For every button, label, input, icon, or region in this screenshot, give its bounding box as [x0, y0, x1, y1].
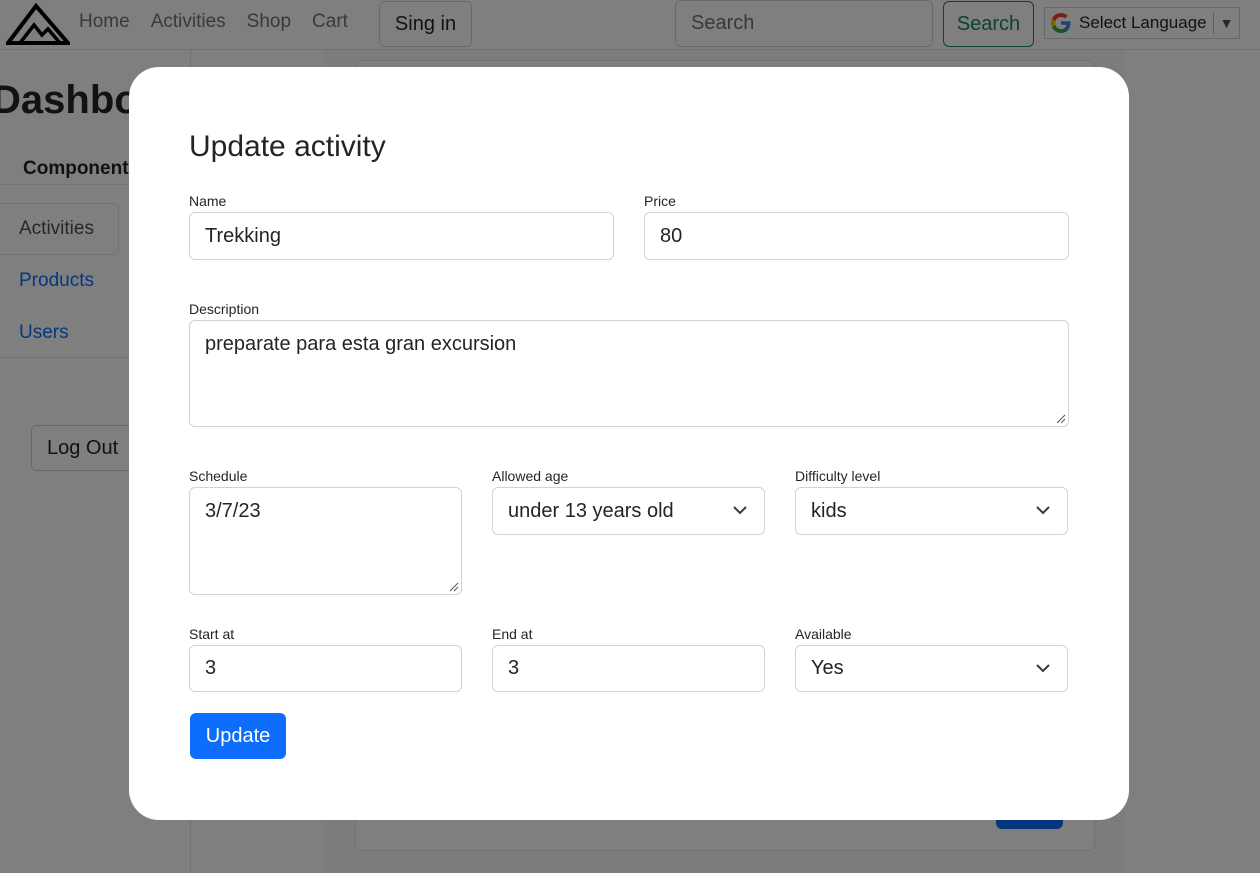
update-activity-modal: Update activity Name Trekking Price 80 D… [129, 67, 1129, 820]
difficulty-select[interactable]: kids [795, 487, 1068, 535]
schedule-label: Schedule [189, 468, 248, 484]
allowed-age-value: under 13 years old [508, 499, 674, 522]
start-at-label: Start at [189, 626, 235, 642]
chevron-down-icon [1036, 663, 1050, 672]
resize-grip-icon[interactable] [449, 582, 459, 592]
chevron-down-icon [1036, 506, 1050, 515]
start-at-input[interactable]: 3 [189, 645, 462, 692]
name-input[interactable]: Trekking [189, 212, 614, 260]
allowed-age-select[interactable]: under 13 years old [492, 487, 765, 535]
available-label: Available [795, 626, 852, 642]
name-label: Name [189, 193, 227, 209]
available-select[interactable]: Yes [795, 645, 1068, 692]
available-value: Yes [811, 657, 844, 679]
schedule-textarea[interactable]: 3/7/23 [189, 487, 462, 595]
description-textarea[interactable]: preparate para esta gran excursion [189, 320, 1069, 427]
difficulty-value: kids [811, 499, 847, 522]
allowed-age-label: Allowed age [492, 468, 569, 484]
schedule-value: 3/7/23 [205, 500, 261, 522]
update-button[interactable]: Update [190, 713, 286, 759]
description-label: Description [189, 301, 260, 317]
end-at-label: End at [492, 626, 533, 642]
difficulty-label: Difficulty level [795, 468, 881, 484]
modal-title: Update activity [189, 130, 386, 163]
start-at-value: 3 [205, 657, 217, 679]
chevron-down-icon [733, 506, 747, 515]
end-at-input[interactable]: 3 [492, 645, 765, 692]
price-input[interactable]: 80 [644, 212, 1069, 260]
resize-grip-icon[interactable] [1056, 414, 1066, 424]
end-at-value: 3 [508, 657, 520, 679]
description-value: preparate para esta gran excursion [205, 333, 517, 355]
price-value: 80 [660, 224, 683, 247]
name-value: Trekking [205, 224, 281, 247]
price-label: Price [644, 193, 676, 209]
